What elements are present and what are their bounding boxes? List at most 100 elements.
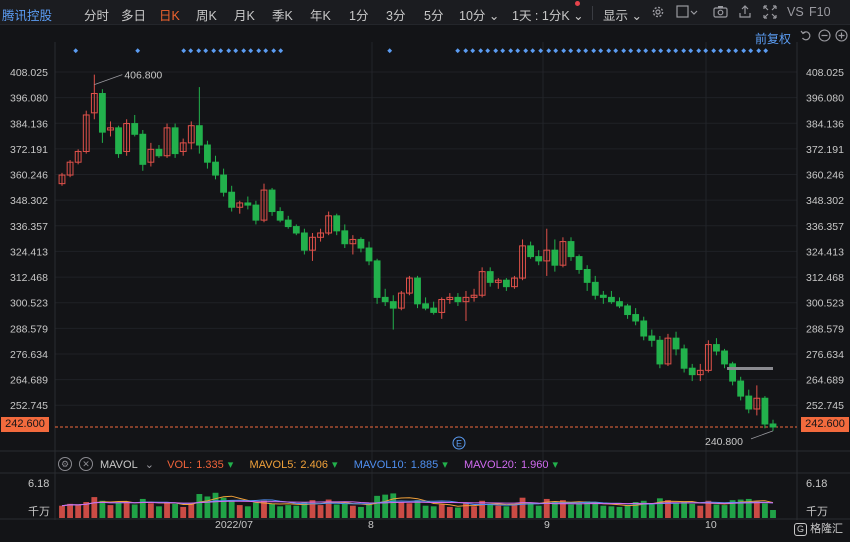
tab-daily-k[interactable]: 日K [159, 5, 180, 24]
volume-bar [616, 506, 623, 518]
event-diamond [756, 48, 762, 54]
event-diamond [523, 48, 529, 54]
candle-body [204, 144, 211, 163]
volume-bar [277, 506, 284, 518]
volume-bar [770, 510, 776, 518]
event-diamond [546, 48, 552, 54]
event-diamond [470, 48, 476, 54]
volume-bar [285, 505, 292, 518]
event-diamond [188, 48, 194, 54]
price-tick-label: 384.136 [806, 118, 844, 130]
event-diamond [181, 48, 187, 54]
volume-bar [762, 503, 768, 518]
price-tick-label: 324.413 [806, 246, 844, 258]
price-tick-label: 348.302 [10, 195, 48, 207]
candle-body [381, 296, 389, 303]
indicator-dropdown-icon[interactable]: ⌄ [145, 459, 154, 471]
mavol20-label: MAVOL20: [464, 459, 517, 471]
volume-bar [67, 503, 73, 518]
event-diamond [493, 48, 499, 54]
price-tick-label: 396.080 [806, 93, 844, 105]
candle-body [672, 337, 680, 350]
event-diamond [463, 48, 469, 54]
price-tick-label: 324.413 [10, 246, 48, 258]
tab-weekly-k[interactable]: 周K [196, 5, 217, 24]
volume-bar [75, 505, 82, 518]
event-markers-row [73, 48, 769, 54]
price-tick-label: 252.745 [806, 400, 844, 412]
candle-body [729, 363, 737, 382]
close-icon[interactable]: ✕ [79, 457, 93, 471]
volume-bar [438, 504, 445, 518]
price-level-marker [727, 367, 773, 370]
event-diamond [500, 48, 506, 54]
tab-10min-dropdown[interactable]: 10分 ⌄ [459, 5, 499, 24]
volume-axis-max-left: 6.18 [28, 478, 50, 490]
event-diamond [733, 48, 739, 54]
volume-bar [721, 505, 728, 518]
volume-bar [156, 506, 162, 518]
current-price-tag-right: 242.600 [801, 417, 849, 432]
event-diamond [658, 48, 664, 54]
event-diamond [271, 48, 277, 54]
price-tick-label: 336.357 [10, 221, 48, 233]
volume-bar [430, 506, 437, 518]
volume-bar [349, 505, 356, 518]
event-diamond [711, 48, 717, 54]
tab-monthly-k[interactable]: 月K [234, 5, 255, 24]
volume-bar [236, 505, 243, 518]
camera-icon[interactable] [713, 5, 728, 22]
tab-3min[interactable]: 3分 [386, 5, 405, 24]
event-diamond [530, 48, 536, 54]
volume-unit-right: 千万 [806, 506, 828, 518]
share-icon[interactable] [738, 5, 752, 22]
x-tick-label: 9 [544, 519, 550, 531]
tab-1min[interactable]: 1分 [349, 5, 368, 24]
price-tick-label: 288.579 [10, 323, 48, 335]
volume-bar [333, 504, 340, 518]
expand-icon[interactable] [763, 5, 777, 22]
checkbox-icon[interactable] [676, 5, 698, 22]
indicator-name[interactable]: MAVOL [100, 459, 138, 471]
display-dropdown[interactable]: 显示 ⌄ [603, 5, 642, 24]
f10-button[interactable]: F10 [809, 5, 831, 19]
gear-icon[interactable] [651, 5, 665, 22]
vol-value: 1.335 [196, 459, 224, 471]
tab-5min[interactable]: 5分 [424, 5, 443, 24]
candle-body [648, 335, 656, 341]
volume-bar [390, 493, 397, 518]
volume-bar [535, 505, 542, 518]
volume-bar [309, 500, 316, 518]
mavol20-value: 1.960 [521, 459, 549, 471]
volume-bar [358, 506, 364, 518]
tab-intraday[interactable]: 分时 [84, 5, 109, 24]
candle-body [373, 260, 381, 298]
volume-bar [131, 504, 138, 518]
settings-icon[interactable]: ⚙ [58, 457, 72, 471]
vs-compare-button[interactable]: VS [787, 5, 804, 19]
candle-body [430, 307, 438, 313]
down-arrow-icon: ▾ [331, 459, 338, 471]
price-tick-label: 336.357 [806, 221, 844, 233]
candle-body [575, 256, 583, 270]
stock-name-link[interactable]: 腾讯控股 [2, 5, 52, 24]
candle-body [276, 211, 284, 221]
tab-custom-period-dropdown[interactable]: 1天 : 1分K ⌄ [512, 5, 584, 24]
tab-multi-day[interactable]: 多日 [121, 5, 146, 24]
vol-label: VOL: [167, 459, 193, 471]
volume-unit-left: 千万 [28, 506, 50, 518]
candle-body [486, 271, 494, 283]
candle-body [713, 344, 720, 352]
event-diamond [248, 48, 254, 54]
high-annotation-line [94, 74, 123, 86]
down-arrow-icon: ▾ [552, 459, 559, 471]
candle-body [680, 348, 688, 369]
volume-bar [374, 495, 381, 518]
volume-bar [648, 504, 655, 518]
brand-logo-icon: G [794, 522, 807, 536]
tab-quarterly-k[interactable]: 季K [272, 5, 293, 24]
event-diamond [241, 48, 247, 54]
volume-bar [551, 502, 558, 518]
price-tick-label: 276.634 [806, 349, 844, 361]
tab-yearly-k[interactable]: 年K [310, 5, 331, 24]
